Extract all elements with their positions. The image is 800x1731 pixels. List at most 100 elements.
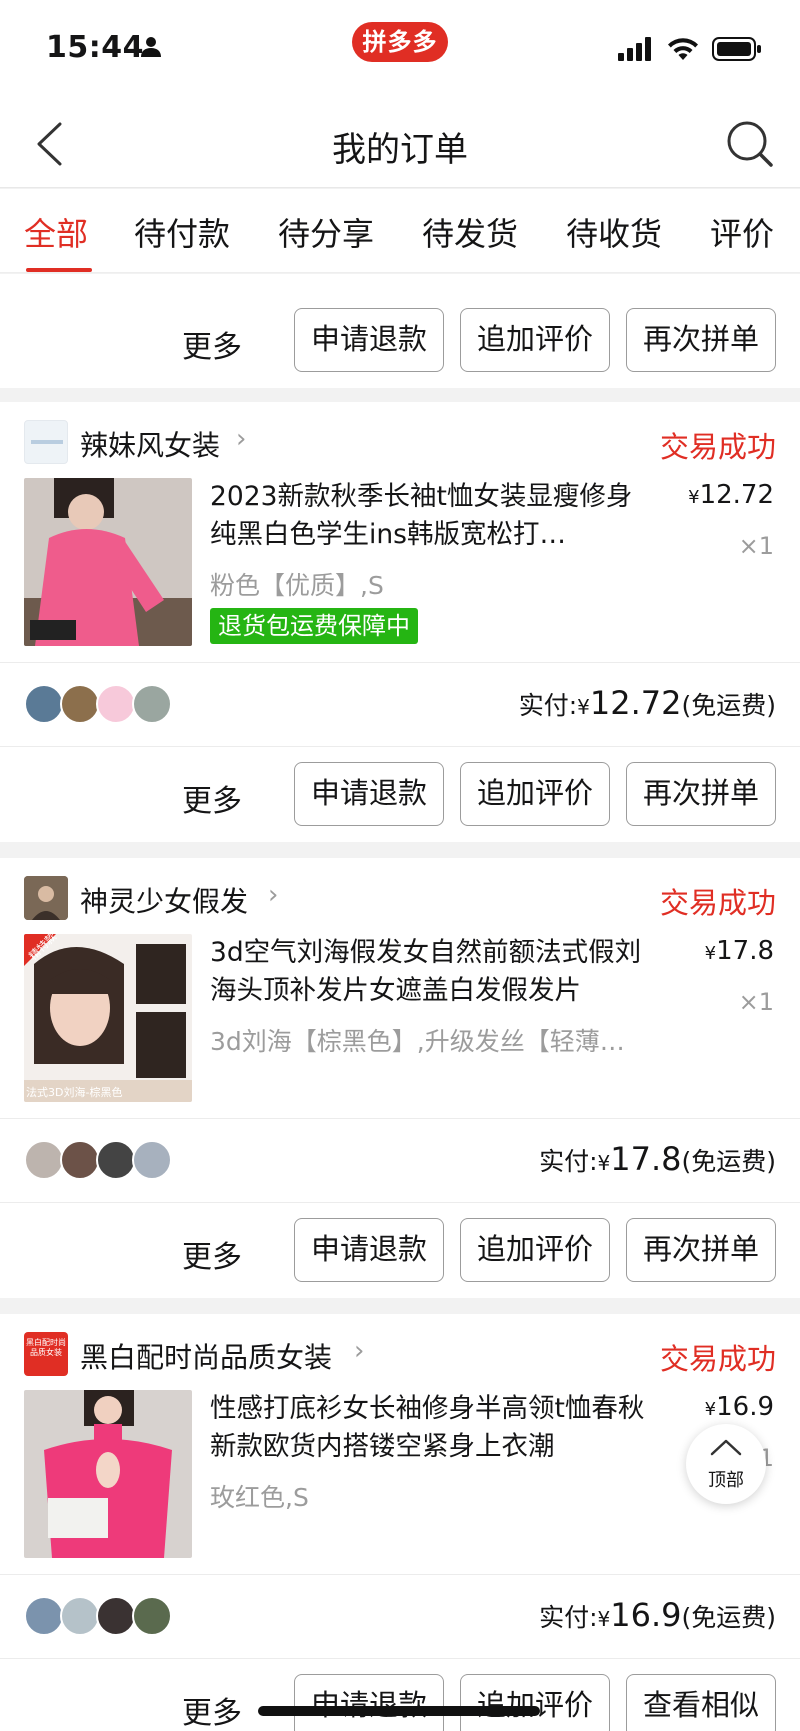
home-indicator — [258, 1706, 540, 1716]
tab-to-pay[interactable]: 待付款 — [134, 209, 230, 255]
shop-logo-text: 黑白配时尚品质女装 — [26, 1338, 66, 1357]
paid-amount: 16.9 — [610, 1596, 682, 1634]
avatar — [96, 1596, 136, 1636]
order-card: 辣妹风女装 › 交易成功 2023新款秋季长袖t恤女装显瘦修身纯黑白色学生ins… — [0, 402, 800, 842]
refund-button[interactable]: 申请退款 — [294, 1674, 444, 1731]
status-bar: 15:44 拼多多 — [0, 0, 800, 100]
order-card-partial: 更多 申请退款 追加评价 再次拼单 — [0, 274, 800, 388]
avatar — [132, 1140, 172, 1180]
avatar — [96, 684, 136, 724]
avatar — [60, 1596, 100, 1636]
refund-button[interactable]: 申请退款 — [294, 308, 444, 372]
view-similar-button[interactable]: 查看相似 — [626, 1674, 776, 1731]
search-button[interactable] — [722, 116, 778, 172]
shop-name[interactable]: 辣妹风女装 — [80, 424, 220, 464]
paid-amount: 12.72 — [589, 684, 682, 722]
person-icon — [141, 37, 161, 57]
more-button[interactable]: 更多 — [182, 322, 242, 366]
avatar — [24, 1140, 64, 1180]
chevron-up-icon — [710, 1439, 742, 1456]
order-status: 交易成功 — [659, 430, 776, 464]
shop-name[interactable]: 黑白配时尚品质女装 — [80, 1336, 332, 1376]
buyer-avatars — [24, 684, 172, 724]
return-shipping-badge: 退货包运费保障中 — [210, 608, 418, 644]
divider — [0, 746, 800, 747]
signal-icon — [618, 37, 651, 61]
amount-paid: 实付:¥12.72(免运费) — [519, 684, 776, 722]
chevron-right-icon: › — [268, 880, 279, 910]
divider — [0, 662, 800, 663]
chevron-right-icon: › — [236, 424, 247, 454]
back-to-top-button[interactable]: 顶部 — [686, 1424, 766, 1504]
shop-name[interactable]: 神灵少女假发 — [80, 880, 248, 920]
more-button[interactable]: 更多 — [182, 776, 242, 820]
buyer-avatars — [24, 1596, 172, 1636]
tab-to-receive[interactable]: 待收货 — [566, 209, 662, 255]
product-qty: ×1 — [738, 988, 774, 1016]
product-price: ¥16.9 — [705, 1392, 774, 1422]
add-review-button[interactable]: 追加评价 — [460, 1674, 610, 1731]
order-actions: 更多 申请退款 追加评价 再次拼单 — [0, 762, 800, 826]
amount-paid: 实付:¥17.8(免运费) — [539, 1140, 776, 1178]
tab-review[interactable]: 评价 — [710, 209, 774, 255]
product-image — [24, 478, 192, 646]
product-price: ¥12.72 — [688, 480, 774, 510]
avatar — [24, 1596, 64, 1636]
order-tabs: 全部 待付款 待分享 待发货 待收货 评价 — [0, 189, 800, 273]
paid-label: 实付: — [518, 691, 578, 720]
active-tab-indicator — [26, 268, 92, 272]
shop-logo[interactable]: 黑白配时尚品质女装 — [24, 1332, 68, 1376]
product-thumbnail[interactable] — [24, 1390, 192, 1558]
more-button[interactable]: 更多 — [182, 1688, 242, 1731]
back-to-top-label: 顶部 — [708, 1470, 744, 1491]
tab-to-share[interactable]: 待分享 — [278, 209, 374, 255]
currency-symbol: ¥ — [577, 695, 590, 719]
shop-logo[interactable] — [24, 876, 68, 920]
wifi-icon — [668, 38, 698, 60]
product-qty: ×1 — [738, 532, 774, 560]
shop-logo-image — [31, 440, 63, 444]
divider — [0, 1574, 800, 1575]
price-value: 16.9 — [716, 1392, 774, 1422]
refund-button[interactable]: 申请退款 — [294, 762, 444, 826]
tab-all[interactable]: 全部 — [24, 209, 88, 255]
add-review-button[interactable]: 追加评价 — [460, 308, 610, 372]
product-title[interactable]: 性感打底衫女长袖修身半高领t恤春秋新款欧货内搭镂空紧身上衣潮 — [210, 1390, 650, 1466]
add-review-button[interactable]: 追加评价 — [460, 1218, 610, 1282]
reorder-button[interactable]: 再次拼单 — [626, 308, 776, 372]
product-spec: 粉色【优质】,S — [210, 571, 384, 600]
battery-icon — [712, 37, 761, 61]
currency-symbol: ¥ — [704, 943, 717, 964]
tab-to-ship[interactable]: 待发货 — [422, 209, 518, 255]
avatar — [132, 1596, 172, 1636]
order-status: 交易成功 — [659, 886, 776, 920]
currency-symbol: ¥ — [597, 1607, 611, 1631]
product-title[interactable]: 3d空气刘海假发女自然前额法式假刘海头顶补发片女遮盖白发假发片 — [210, 934, 650, 1010]
divider — [0, 1658, 800, 1659]
product-price: ¥17.8 — [705, 936, 774, 966]
avatar — [60, 1140, 100, 1180]
buyer-avatars — [24, 1140, 172, 1180]
avatar — [96, 1140, 136, 1180]
paid-amount: 17.8 — [610, 1140, 682, 1178]
thumb-caption: 法式3D刘海-棕黑色 — [26, 1086, 123, 1099]
refund-button[interactable]: 申请退款 — [294, 1218, 444, 1282]
more-button[interactable]: 更多 — [182, 1232, 242, 1276]
product-title[interactable]: 2023新款秋季长袖t恤女装显瘦修身纯黑白色学生ins韩版宽松打… — [210, 478, 650, 554]
currency-symbol: ¥ — [597, 1151, 611, 1175]
add-review-button[interactable]: 追加评价 — [460, 762, 610, 826]
shipping-note: (免运费) — [681, 1603, 776, 1632]
reorder-button[interactable]: 再次拼单 — [626, 1218, 776, 1282]
price-value: 17.8 — [716, 936, 774, 966]
product-image — [24, 1390, 192, 1558]
product-thumbnail[interactable] — [24, 478, 192, 646]
product-thumbnail[interactable]: 精特款 法式3D刘海-棕黑色 — [24, 934, 192, 1102]
product-image — [24, 934, 192, 1102]
price-value: 12.72 — [699, 480, 774, 510]
app-badge: 拼多多 — [352, 22, 448, 62]
order-actions: 更多 申请退款 追加评价 再次拼单 — [0, 1218, 800, 1282]
order-actions: 更多 申请退款 追加评价 查看相似 — [0, 1674, 800, 1731]
reorder-button[interactable]: 再次拼单 — [626, 762, 776, 826]
amount-paid: 实付:¥16.9(免运费) — [539, 1596, 776, 1634]
shop-logo[interactable] — [24, 420, 68, 464]
